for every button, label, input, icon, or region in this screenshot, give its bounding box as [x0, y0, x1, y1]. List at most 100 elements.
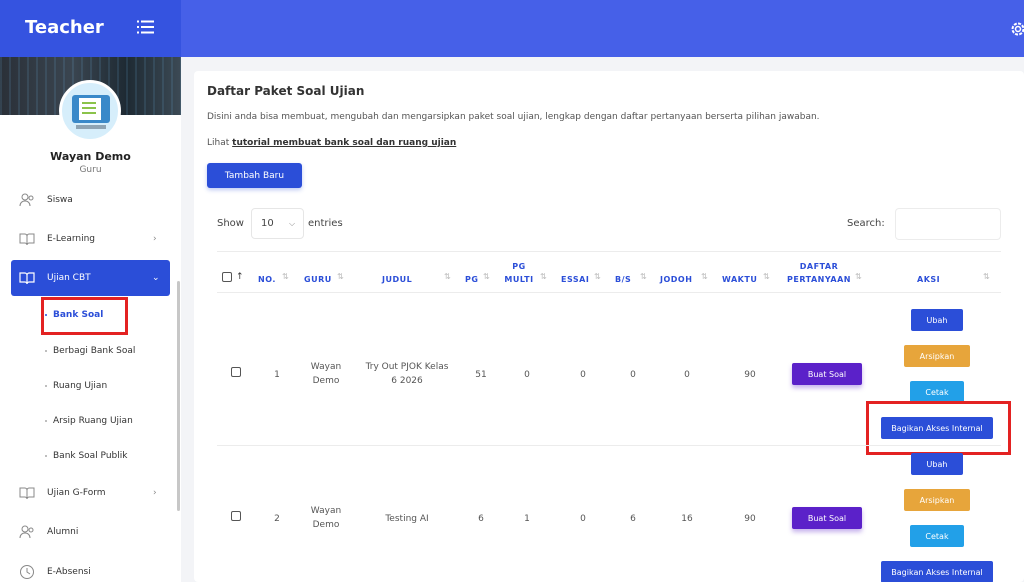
sidebar-item-alumni[interactable]: Alumni	[0, 514, 170, 550]
cell-no: 2	[274, 514, 280, 524]
bagikan-akses-button[interactable]: Bagikan Akses Internal	[881, 561, 993, 582]
col-bs[interactable]: B/S	[615, 273, 631, 286]
select-all-checkbox[interactable]	[222, 272, 232, 282]
row-divider	[217, 445, 1001, 446]
chevron-right-icon: ›	[153, 234, 157, 244]
entries-label: entries	[308, 218, 343, 229]
sidebar-item-label: E-Learning	[47, 234, 96, 244]
entries-select[interactable]: 10 ⌵	[251, 208, 304, 239]
cell-judul: Testing AI	[385, 514, 429, 524]
sort-icon[interactable]: ⇅	[540, 272, 547, 281]
gear-icon[interactable]	[1010, 21, 1024, 37]
sidebar: Wayan Demo Guru Siswa E-Learning › Ujian…	[0, 57, 181, 582]
highlight-box	[866, 401, 1011, 455]
cell-judul: Try Out PJOK Kelas 6 2026	[365, 362, 449, 386]
col-aksi[interactable]: AKSI	[917, 273, 940, 286]
show-label: Show	[217, 218, 244, 229]
row-checkbox[interactable]	[231, 367, 241, 377]
sidebar-item-ujian-g-form[interactable]: Ujian G-Form ›	[0, 475, 170, 511]
sidebar-item-e-learning[interactable]: E-Learning ›	[0, 221, 170, 257]
page-description: Disini anda bisa membuat, mengubah dan m…	[207, 112, 820, 122]
col-essai[interactable]: ESSAI	[561, 273, 589, 286]
col-no[interactable]: NO.	[258, 273, 276, 286]
menu-icon[interactable]	[137, 20, 154, 34]
col-judul[interactable]: JUDUL	[382, 273, 412, 286]
users-icon	[19, 193, 34, 207]
cell-essai: 0	[580, 514, 586, 524]
cell-waktu: 90	[744, 514, 756, 524]
sidebar-item-label: E-Absensi	[47, 567, 91, 577]
buat-soal-button[interactable]: Buat Soal	[792, 507, 862, 529]
cetak-button[interactable]: Cetak	[910, 525, 964, 547]
col-jodoh[interactable]: JODOH	[660, 273, 692, 286]
page-title: Daftar Paket Soal Ujian	[207, 84, 365, 98]
sort-icon[interactable]: ⇅	[337, 272, 344, 281]
buat-soal-button[interactable]: Buat Soal	[792, 363, 862, 385]
book-icon	[19, 272, 35, 285]
col-pg-multi[interactable]: PG MULTI	[502, 260, 536, 286]
add-new-button[interactable]: Tambah Baru	[207, 163, 302, 188]
cell-pg: 51	[475, 370, 487, 380]
ubah-button[interactable]: Ubah	[911, 453, 963, 475]
cell-guru: Wayan Demo	[310, 506, 342, 530]
sort-icon[interactable]: ⇅	[444, 272, 451, 281]
sidebar-item-label: Siswa	[47, 195, 73, 205]
cell-jodoh: 16	[681, 514, 693, 524]
book-icon	[19, 233, 35, 246]
sort-icon[interactable]: ⇅	[282, 272, 289, 281]
profile-name: Wayan Demo	[50, 150, 131, 163]
sidebar-item-siswa[interactable]: Siswa	[0, 182, 170, 218]
sidebar-subitem-label: Ruang Ujian	[53, 381, 108, 391]
tutorial-prefix: Lihat	[207, 138, 230, 148]
avatar	[59, 80, 121, 142]
sidebar-item-label: Ujian CBT	[47, 273, 91, 283]
tutorial-line: Lihat tutorial membuat bank soal dan rua…	[207, 138, 456, 148]
cell-essai: 0	[580, 370, 586, 380]
col-guru[interactable]: GURU	[304, 273, 332, 286]
sidebar-subitem-label: Bank Soal Publik	[53, 451, 128, 461]
brand: Teacher	[0, 0, 181, 57]
cetak-button[interactable]: Cetak	[910, 381, 964, 403]
sidebar-item-label: Alumni	[47, 527, 79, 537]
ubah-button[interactable]: Ubah	[911, 309, 963, 331]
cell-jodoh: 0	[684, 370, 690, 380]
chevron-right-icon: ›	[153, 488, 157, 498]
brand-title: Teacher	[25, 17, 104, 38]
arsipkan-button[interactable]: Arsipkan	[904, 345, 970, 367]
sidebar-item-ujian-cbt[interactable]: Ujian CBT ⌄	[11, 260, 170, 296]
highlight-box	[41, 297, 128, 335]
arsipkan-button[interactable]: Arsipkan	[904, 489, 970, 511]
sort-icon[interactable]: ⇅	[763, 272, 770, 281]
top-bar: Teacher	[0, 0, 1024, 57]
sidebar-item-e-absensi[interactable]: E-Absensi	[0, 554, 170, 582]
search-input[interactable]	[895, 208, 1001, 240]
table-top-border	[217, 251, 1001, 252]
col-pg[interactable]: PG	[465, 273, 478, 286]
sort-icon[interactable]: ⇅	[983, 272, 990, 281]
sort-icon[interactable]: ⇅	[594, 272, 601, 281]
sidebar-subitem-label: Arsip Ruang Ujian	[53, 416, 133, 426]
sort-up-icon[interactable]: ↑	[236, 272, 244, 282]
cell-no: 1	[274, 370, 280, 380]
clock-icon	[20, 565, 34, 579]
search-label: Search:	[847, 218, 885, 229]
sort-icon[interactable]: ⇅	[701, 272, 708, 281]
col-daftar-pertanyaan[interactable]: DAFTAR PERTANYAAN	[783, 260, 855, 286]
sort-icon[interactable]: ⇅	[855, 272, 862, 281]
col-waktu[interactable]: WAKTU	[722, 273, 757, 286]
table-header-border	[217, 292, 1001, 293]
cell-bs: 0	[630, 370, 636, 380]
users-icon	[19, 525, 34, 539]
sidebar-scrollbar[interactable]	[177, 281, 180, 511]
tutorial-link[interactable]: tutorial membuat bank soal dan ruang uji…	[232, 138, 456, 148]
profile-role: Guru	[79, 165, 102, 175]
chevron-down-icon: ⌄	[152, 273, 160, 283]
row-checkbox[interactable]	[231, 511, 241, 521]
sort-icon[interactable]: ⇅	[483, 272, 490, 281]
chevron-down-icon: ⌵	[289, 219, 296, 228]
sort-icon[interactable]: ⇅	[640, 272, 647, 281]
cell-pg: 6	[478, 514, 484, 524]
book-icon	[19, 487, 35, 500]
entries-select-value: 10	[261, 218, 274, 229]
sidebar-item-label: Ujian G-Form	[47, 488, 106, 498]
